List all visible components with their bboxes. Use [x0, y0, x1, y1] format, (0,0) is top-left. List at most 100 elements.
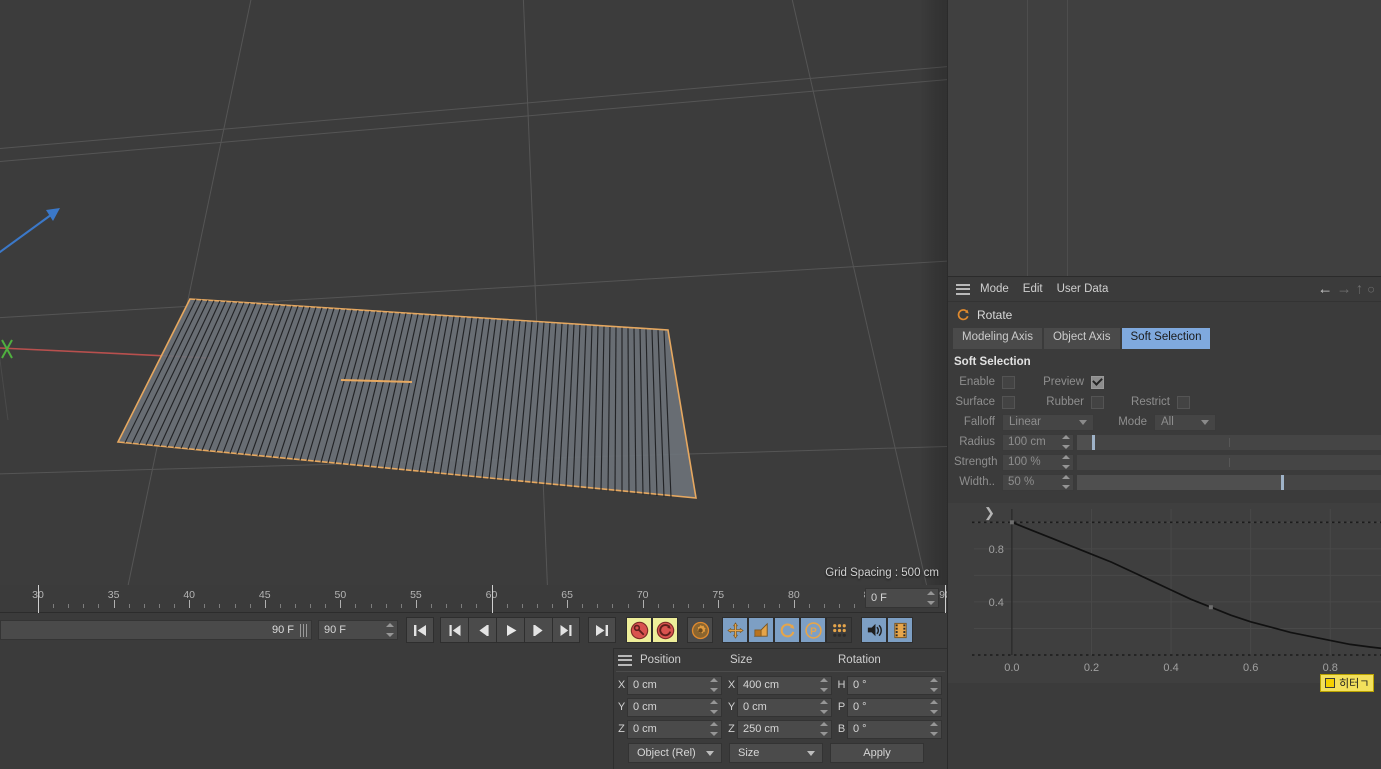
- parameter-key-button[interactable]: P: [800, 617, 826, 643]
- size-z-label: Z: [728, 723, 735, 735]
- timeline-tick: [264, 600, 266, 608]
- enable-checkbox[interactable]: [1002, 375, 1015, 389]
- end-frame-field[interactable]: 90 F: [318, 620, 398, 640]
- menu-edit[interactable]: Edit: [1023, 283, 1043, 295]
- restrict-checkbox[interactable]: [1177, 395, 1190, 409]
- timeline-tick: [189, 600, 191, 608]
- first-frame-button[interactable]: [440, 617, 468, 643]
- coordinates-action-row: Object (Rel) Size Apply: [614, 740, 947, 763]
- coordinates-header: Position Size Rotation: [614, 649, 947, 671]
- refresh-icon[interactable]: ○: [1367, 283, 1375, 296]
- timeline-tick-label: 50: [334, 589, 347, 601]
- mode-select[interactable]: All: [1154, 413, 1216, 431]
- size-x-spinner[interactable]: [819, 678, 828, 692]
- timeline-playhead[interactable]: [38, 585, 39, 613]
- coordinates-menu-icon[interactable]: [618, 654, 632, 666]
- menu-mode[interactable]: Mode: [980, 283, 1009, 295]
- position-x-spinner[interactable]: [709, 678, 718, 692]
- timeline-tick: [854, 604, 856, 608]
- timeline-button[interactable]: [887, 617, 913, 643]
- point-level-animation-button[interactable]: [826, 617, 852, 643]
- size-x-input[interactable]: 400 cm: [737, 675, 832, 695]
- tab-object-axis[interactable]: Object Axis: [1043, 328, 1120, 349]
- size-y-spinner[interactable]: [819, 700, 828, 714]
- row-enable-preview: Enable Preview: [948, 372, 1381, 392]
- rotation-p-input[interactable]: 0 °: [847, 697, 942, 717]
- coordinates-divider: [616, 671, 945, 672]
- position-y-spinner[interactable]: [709, 700, 718, 714]
- apply-button[interactable]: Apply: [830, 743, 924, 763]
- size-z-input[interactable]: 250 cm: [737, 719, 832, 739]
- keyframe-selection-button[interactable]: [687, 617, 713, 643]
- previous-frame-button[interactable]: [468, 617, 496, 643]
- rotation-b-spinner[interactable]: [929, 722, 938, 736]
- play-button[interactable]: [496, 617, 524, 643]
- record-active-objects-button[interactable]: [626, 617, 652, 643]
- chevron-right-icon[interactable]: ❯: [984, 505, 995, 521]
- radius-input[interactable]: 100 cm: [1002, 433, 1074, 451]
- strength-spinner[interactable]: [1061, 455, 1070, 469]
- radius-slider[interactable]: [1077, 434, 1381, 450]
- timeline-tick: [234, 604, 236, 608]
- rotation-b-input[interactable]: 0 °: [847, 719, 942, 739]
- position-z-input[interactable]: 0 cm: [627, 719, 722, 739]
- current-frame-spinner[interactable]: [926, 591, 935, 605]
- radius-spinner[interactable]: [1061, 435, 1070, 449]
- position-x-input[interactable]: 0 cm: [627, 675, 722, 695]
- strength-input[interactable]: 100 %: [1002, 453, 1074, 471]
- coordinate-mode-select[interactable]: Object (Rel): [628, 743, 722, 763]
- size-y-input[interactable]: 0 cm: [737, 697, 832, 717]
- strength-slider[interactable]: [1077, 454, 1381, 470]
- timeline-playhead[interactable]: [945, 585, 946, 613]
- play-icon: [506, 624, 516, 636]
- up-arrow-icon[interactable]: ↑: [1356, 282, 1364, 297]
- tab-soft-selection[interactable]: Soft Selection: [1121, 328, 1211, 349]
- next-frame-button[interactable]: [524, 617, 552, 643]
- scale-key-button[interactable]: [748, 617, 774, 643]
- position-z-spinner[interactable]: [709, 722, 718, 736]
- timeline-tick: [582, 604, 584, 608]
- sound-button[interactable]: [861, 617, 887, 643]
- size-z-spinner[interactable]: [819, 722, 828, 736]
- step-forward-icon: [532, 624, 543, 636]
- back-arrow-icon[interactable]: ←: [1318, 282, 1333, 297]
- timeline-playhead[interactable]: [491, 585, 493, 613]
- timeline-ruler[interactable]: 303540455055606570758085900 F: [0, 585, 951, 613]
- go-to-start-button[interactable]: [406, 617, 434, 643]
- current-frame-field[interactable]: 0 F: [865, 588, 939, 608]
- rotation-key-button[interactable]: [774, 617, 800, 643]
- position-y-input[interactable]: 0 cm: [627, 697, 722, 717]
- width-input[interactable]: 50 %: [1002, 473, 1074, 491]
- rotation-h-spinner[interactable]: [929, 678, 938, 692]
- preview-checkbox[interactable]: [1091, 375, 1104, 389]
- time-range-slider[interactable]: 90 F: [0, 620, 312, 640]
- object-manager-column-divider: [1067, 0, 1068, 276]
- rotation-p-spinner[interactable]: [929, 700, 938, 714]
- forward-arrow-icon[interactable]: →: [1337, 282, 1352, 297]
- autokeying-button[interactable]: [652, 617, 678, 643]
- falloff-select[interactable]: Linear: [1002, 413, 1094, 431]
- rubber-checkbox[interactable]: [1091, 395, 1104, 409]
- width-slider[interactable]: [1077, 474, 1381, 490]
- chevron-down-icon: [706, 751, 714, 756]
- surface-checkbox[interactable]: [1002, 395, 1015, 409]
- size-mode-select[interactable]: Size: [729, 743, 823, 763]
- last-frame-button[interactable]: [552, 617, 580, 643]
- ime-indicator[interactable]: 히터ㄱ: [1320, 674, 1375, 692]
- time-slider-grip[interactable]: [300, 623, 308, 637]
- falloff-curve-graph[interactable]: 0.0 0.2 0.4 0.6 0.8 0.4 0.8 ❯: [948, 503, 1381, 683]
- end-frame-spinner[interactable]: [385, 623, 394, 637]
- timeline-tick-label: 55: [410, 589, 422, 601]
- attributes-menu-icon[interactable]: [956, 283, 970, 295]
- go-to-end-button[interactable]: [588, 617, 616, 643]
- viewport-3d[interactable]: Grid Spacing : 500 cm: [0, 0, 947, 585]
- surface-label: Surface: [955, 396, 995, 408]
- width-spinner[interactable]: [1061, 475, 1070, 489]
- tab-modeling-axis[interactable]: Modeling Axis: [953, 328, 1042, 349]
- timeline-tick: [325, 604, 327, 608]
- position-key-button[interactable]: [722, 617, 748, 643]
- column-header-position: Position: [640, 654, 681, 666]
- object-manager-panel[interactable]: [947, 0, 1381, 277]
- menu-user-data[interactable]: User Data: [1057, 283, 1109, 295]
- rotation-h-input[interactable]: 0 °: [847, 675, 942, 695]
